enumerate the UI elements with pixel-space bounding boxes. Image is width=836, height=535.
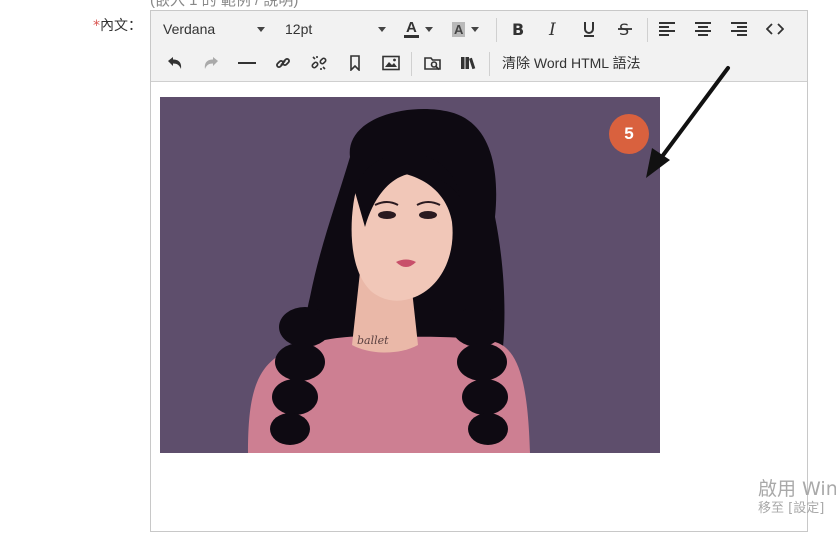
bg-color-icon: A bbox=[452, 21, 466, 37]
font-family-select[interactable]: Verdana bbox=[163, 12, 268, 46]
clean-word-html-label: 清除 Word HTML 語法 bbox=[502, 55, 641, 71]
undo-icon bbox=[168, 57, 182, 69]
bg-color-button[interactable]: A bbox=[452, 12, 480, 46]
watermark-line-2: 移至 [設定] bbox=[758, 501, 825, 516]
svg-text:B: B bbox=[512, 21, 524, 37]
browse-files-button[interactable] bbox=[419, 49, 447, 77]
folder-browse-icon bbox=[424, 57, 441, 71]
chevron-down-icon bbox=[257, 27, 265, 32]
chevron-down-icon bbox=[378, 27, 386, 32]
font-family-value: Verdana bbox=[163, 21, 216, 37]
svg-text:I: I bbox=[548, 21, 556, 37]
redo-icon bbox=[204, 57, 218, 69]
undo-button[interactable] bbox=[161, 49, 189, 77]
text-color-button[interactable]: A bbox=[404, 12, 433, 46]
toolbar-separator bbox=[647, 18, 648, 42]
history-group bbox=[161, 46, 405, 80]
toolbar-separator bbox=[496, 18, 497, 42]
toolbar-separator bbox=[489, 52, 490, 76]
source-code-button[interactable] bbox=[761, 15, 789, 43]
text-color-icon: A bbox=[404, 18, 419, 38]
underline-icon bbox=[584, 22, 594, 37]
annotation-arrow-icon bbox=[646, 66, 730, 178]
align-right-icon bbox=[731, 22, 747, 36]
italic-icon: I bbox=[548, 21, 556, 37]
tattoo-text: ballet bbox=[357, 334, 389, 347]
font-size-select[interactable]: 12pt bbox=[285, 12, 388, 46]
unlink-icon bbox=[311, 56, 327, 70]
strikethrough-button[interactable]: S bbox=[611, 15, 639, 43]
link-icon bbox=[276, 58, 290, 68]
align-left-button[interactable] bbox=[653, 15, 681, 43]
horizontal-rule-button[interactable] bbox=[233, 49, 261, 77]
required-mark: * bbox=[93, 18, 100, 34]
watermark-line-1: 啟用 Win bbox=[758, 478, 836, 500]
strikethrough-icon: S bbox=[618, 20, 632, 38]
toolbar-separator bbox=[411, 52, 412, 76]
align-center-icon bbox=[695, 22, 711, 36]
inserted-portrait-image[interactable]: ballet bbox=[160, 97, 660, 453]
source-code-icon bbox=[766, 23, 784, 35]
font-size-value: 12pt bbox=[285, 21, 313, 37]
redo-button[interactable] bbox=[197, 49, 225, 77]
file-group bbox=[419, 46, 483, 80]
clean-word-html-button[interactable]: 清除 Word HTML 語法 bbox=[502, 46, 640, 80]
bold-icon: B bbox=[512, 21, 524, 37]
chevron-down-icon bbox=[471, 26, 480, 32]
bookmark-button[interactable] bbox=[341, 49, 369, 77]
library-icon bbox=[461, 57, 476, 70]
horizontal-rule-icon bbox=[238, 62, 256, 64]
unlink-button[interactable] bbox=[305, 49, 333, 77]
content-field-label: *內文： bbox=[93, 15, 142, 35]
link-button[interactable] bbox=[269, 49, 297, 77]
align-left-icon bbox=[659, 22, 675, 36]
image-icon bbox=[382, 55, 400, 71]
align-group bbox=[653, 12, 789, 46]
bookmark-icon bbox=[350, 55, 360, 71]
insert-image-button[interactable] bbox=[377, 49, 405, 77]
align-right-button[interactable] bbox=[725, 15, 753, 43]
windows-activation-watermark: 啟用 Win 移至 [設定] bbox=[758, 478, 836, 518]
italic-button[interactable]: I bbox=[539, 15, 567, 43]
toolbar-row-1: Verdana 12pt A A B I S bbox=[151, 12, 807, 46]
library-button[interactable] bbox=[455, 49, 483, 77]
bold-button[interactable]: B bbox=[503, 15, 531, 43]
field-label-text: 內文： bbox=[100, 18, 142, 34]
align-center-button[interactable] bbox=[689, 15, 717, 43]
portrait-illustration: ballet bbox=[160, 97, 660, 453]
format-group: B I S bbox=[503, 12, 639, 46]
underline-button[interactable] bbox=[575, 15, 603, 43]
top-partial-text: (嵌入 1 的 範例 / 說明) bbox=[150, 0, 299, 9]
chevron-down-icon bbox=[424, 26, 433, 32]
